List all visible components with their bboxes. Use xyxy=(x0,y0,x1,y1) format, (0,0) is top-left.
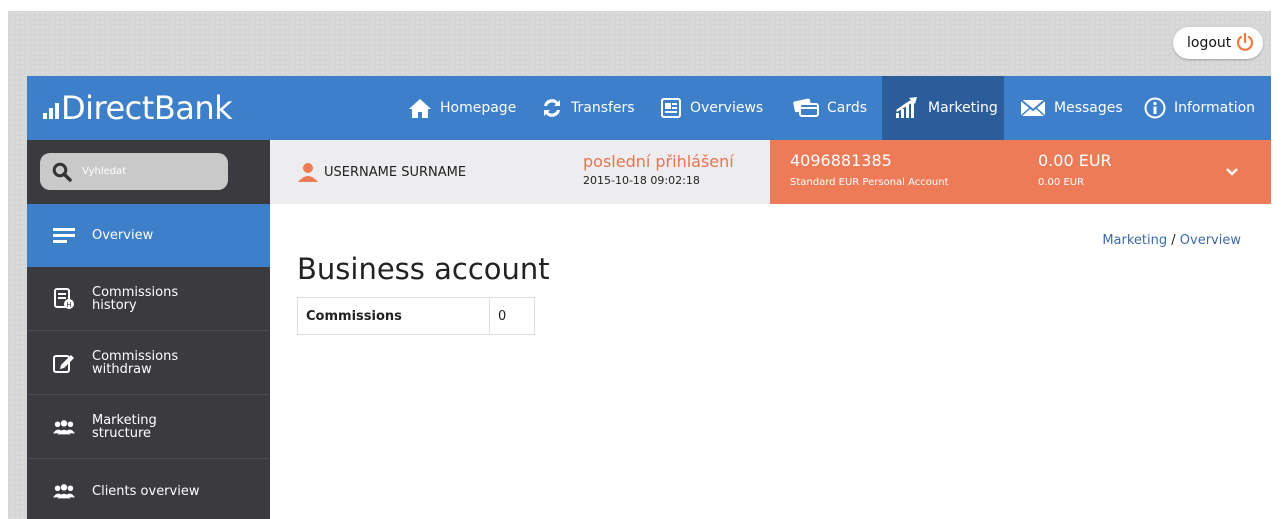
left-edge xyxy=(0,0,8,519)
breadcrumb-current[interactable]: Overview xyxy=(1180,233,1241,248)
main-content: Marketing / Overview Business account Co… xyxy=(270,204,1271,519)
sidebar-item-label: Commissions withdraw xyxy=(92,349,179,377)
right-edge xyxy=(1271,0,1281,519)
home-icon xyxy=(409,99,431,118)
nav-item-overviews[interactable]: Overviews xyxy=(660,76,763,140)
nav-item-marketing[interactable]: Marketing xyxy=(882,76,1004,140)
cards-icon xyxy=(793,98,819,117)
nav-item-label: Messages xyxy=(1054,100,1123,116)
signal-bars-icon xyxy=(43,99,59,119)
sidebar-item-label: Commissions history xyxy=(92,285,179,313)
sidebar-item-commissions-withdraw[interactable]: Commissions withdraw xyxy=(27,332,270,395)
sidebar-item-label: Overview xyxy=(92,228,154,243)
breadcrumb-link-marketing[interactable]: Marketing xyxy=(1102,233,1167,248)
user-name: USERNAME SURNAME xyxy=(324,164,467,180)
account-name: Standard EUR Personal Account xyxy=(790,177,949,188)
commissions-table: Commissions 0 xyxy=(297,297,535,335)
chart-icon xyxy=(896,97,917,118)
mail-icon xyxy=(1020,99,1046,117)
sidebar-item-overview[interactable]: Overview xyxy=(27,204,270,267)
brand-logo-text: DirectBank xyxy=(61,89,233,127)
nav-item-transfers[interactable]: Transfers xyxy=(541,76,635,140)
power-icon xyxy=(1236,32,1254,51)
commissions-value: 0 xyxy=(489,297,535,335)
account-balance: 0.00 EUR xyxy=(1038,151,1112,170)
info-icon xyxy=(1144,97,1166,119)
search-input[interactable]: Vyhledat xyxy=(40,153,228,190)
search-icon xyxy=(52,162,72,182)
sidebar-item-commissions-history[interactable]: H Commissions history xyxy=(27,268,270,331)
nav-item-cards[interactable]: Cards xyxy=(793,76,867,140)
app-window: DirectBank Homepage Transfers Overviews … xyxy=(27,76,1271,519)
account-selector[interactable]: 4096881385 Standard EUR Personal Account… xyxy=(770,140,1271,204)
group-icon xyxy=(53,480,75,502)
last-login-label: poslední přihlášení xyxy=(583,152,734,171)
sidebar-item-label: Clients overview xyxy=(92,483,200,499)
user-bar: USERNAME SURNAME poslední přihlášení 201… xyxy=(270,140,770,204)
nav-item-messages[interactable]: Messages xyxy=(1020,76,1123,140)
sidebar: Vyhledat Overview H Commissions history … xyxy=(27,140,270,519)
last-login: poslední přihlášení 2015-10-18 09:02:18 xyxy=(583,152,734,187)
logout-label: logout xyxy=(1187,35,1232,51)
brand-logo[interactable]: DirectBank xyxy=(43,89,233,127)
nav-item-label: Transfers xyxy=(571,100,635,116)
account-number: 4096881385 xyxy=(790,151,892,170)
edit-icon xyxy=(53,352,75,374)
commissions-label: Commissions xyxy=(297,297,490,335)
breadcrumb-separator: / xyxy=(1171,233,1176,248)
nav-item-label: Cards xyxy=(827,100,868,116)
nav-item-label: Marketing xyxy=(928,100,998,116)
breadcrumb: Marketing / Overview xyxy=(1102,233,1241,248)
list-icon xyxy=(53,225,75,247)
nav-item-information[interactable]: Information xyxy=(1144,76,1255,140)
group-icon xyxy=(53,416,75,438)
account-available-balance: 0.00 EUR xyxy=(1038,177,1085,188)
sidebar-item-clients-overview[interactable]: Clients overview xyxy=(27,460,270,519)
nav-item-label: Information xyxy=(1174,100,1256,116)
nav-item-homepage[interactable]: Homepage xyxy=(408,76,516,140)
transfer-icon xyxy=(544,99,560,117)
top-edge xyxy=(0,0,1281,11)
last-login-time: 2015-10-18 09:02:18 xyxy=(583,174,700,187)
history-icon: H xyxy=(53,288,75,310)
table-row: Commissions 0 xyxy=(297,297,535,335)
nav-item-label: Overviews xyxy=(690,100,764,116)
svg-text:H: H xyxy=(66,301,71,309)
overview-icon xyxy=(661,98,681,118)
sidebar-item-label: Marketing structure xyxy=(92,413,157,441)
nav-item-label: Homepage xyxy=(440,100,517,116)
page-title: Business account xyxy=(297,252,550,286)
sidebar-item-marketing-structure[interactable]: Marketing structure xyxy=(27,396,270,459)
user-icon xyxy=(298,163,318,182)
top-navigation: DirectBank Homepage Transfers Overviews … xyxy=(27,76,1271,140)
search-placeholder: Vyhledat xyxy=(82,166,127,177)
user-info[interactable]: USERNAME SURNAME xyxy=(298,162,466,182)
chevron-down-icon[interactable] xyxy=(1226,166,1238,178)
logout-button[interactable]: logout xyxy=(1173,27,1263,59)
